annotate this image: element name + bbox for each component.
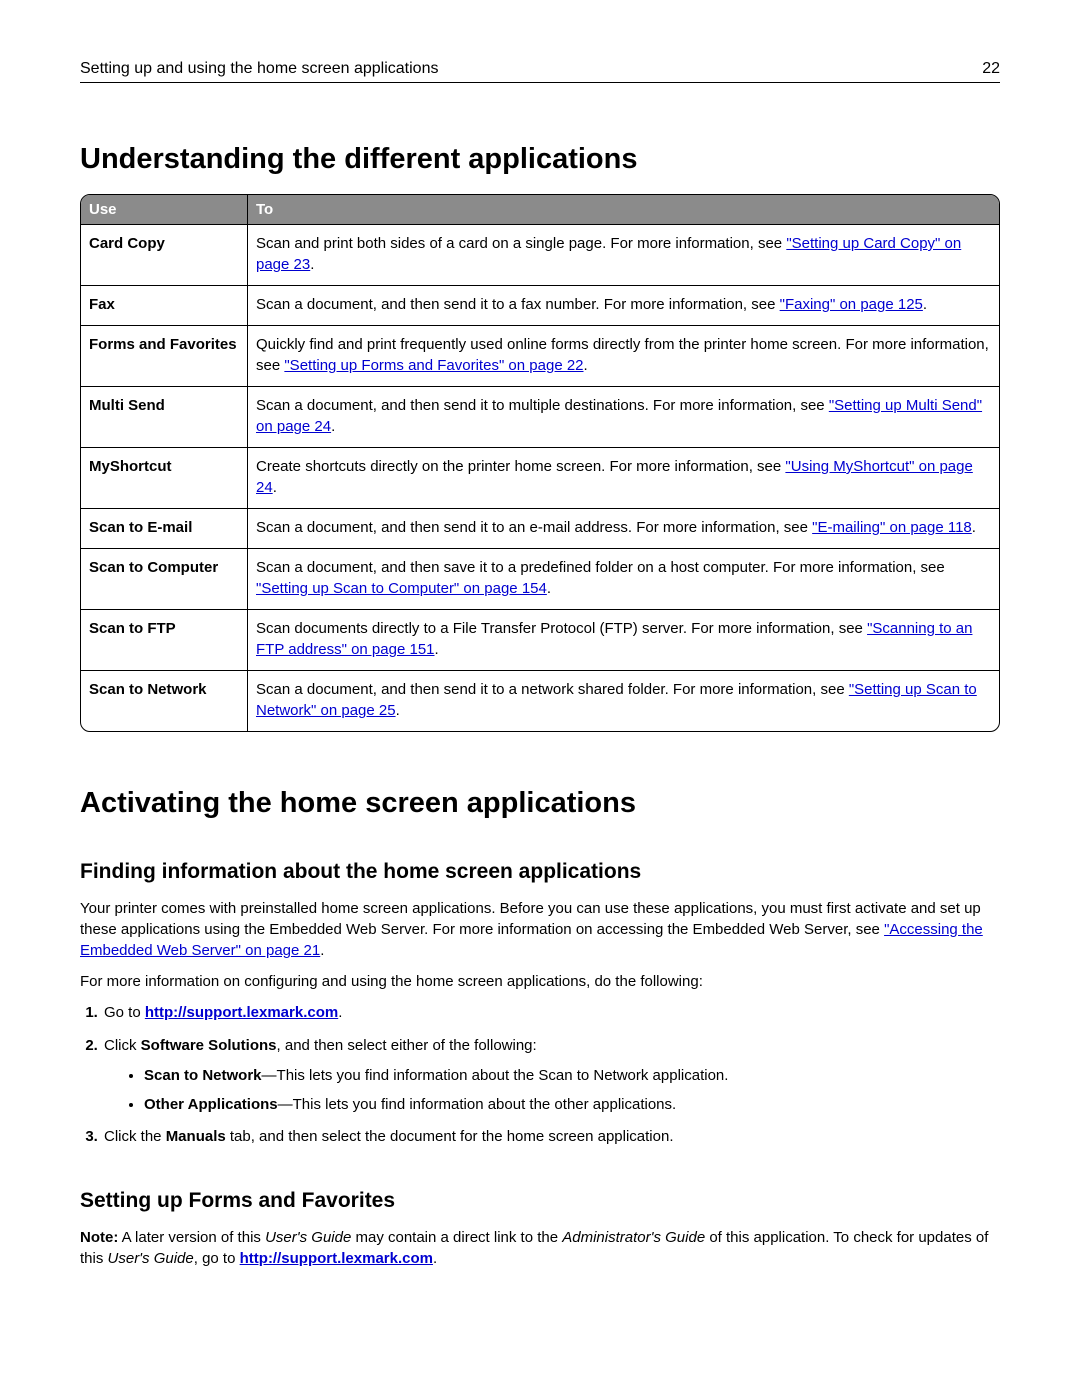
app-desc: Scan a document, and then send it to an … bbox=[248, 509, 999, 549]
bold-manuals: Manuals bbox=[166, 1128, 226, 1145]
page: Setting up and using the home screen app… bbox=[0, 0, 1080, 1397]
applications-table: Use To Card Copy Scan and print both sid… bbox=[80, 194, 1000, 732]
link-faxing[interactable]: "Faxing" on page 125 bbox=[780, 296, 923, 313]
link-forms-favorites[interactable]: "Setting up Forms and Favorites" on page… bbox=[284, 357, 583, 374]
table-row: Scan to E-mail Scan a document, and then… bbox=[81, 509, 999, 549]
app-desc: Scan a document, and then send it to a f… bbox=[248, 286, 999, 326]
table-row: Scan to Network Scan a document, and the… bbox=[81, 671, 999, 731]
app-name: Fax bbox=[81, 286, 248, 326]
app-name: MyShortcut bbox=[81, 448, 248, 509]
step-3: Click the Manuals tab, and then select t… bbox=[102, 1126, 1000, 1149]
subheading-setting-up-forms: Setting up Forms and Favorites bbox=[80, 1189, 1000, 1213]
table-header-row: Use To bbox=[81, 195, 999, 225]
link-emailing[interactable]: "E-mailing" on page 118 bbox=[812, 519, 972, 536]
app-name: Scan to FTP bbox=[81, 610, 248, 671]
app-desc: Scan and print both sides of a card on a… bbox=[248, 225, 999, 286]
link-support-lexmark[interactable]: http://support.lexmark.com bbox=[145, 1004, 338, 1021]
header-title: Setting up and using the home screen app… bbox=[80, 60, 438, 78]
app-name: Scan to Computer bbox=[81, 549, 248, 610]
app-desc: Scan documents directly to a File Transf… bbox=[248, 610, 999, 671]
table-row: Multi Send Scan a document, and then sen… bbox=[81, 387, 999, 448]
paragraph: Your printer comes with preinstalled hom… bbox=[80, 898, 1000, 961]
table-row: Forms and Favorites Quickly find and pri… bbox=[81, 326, 999, 387]
running-header: Setting up and using the home screen app… bbox=[80, 60, 1000, 83]
app-desc: Scan a document, and then send it to a n… bbox=[248, 671, 999, 731]
heading-activating: Activating the home screen applications bbox=[80, 787, 1000, 820]
note-label: Note: bbox=[80, 1229, 118, 1246]
col-use: Use bbox=[81, 195, 248, 225]
bullet-other-applications: Other Applications—This lets you find in… bbox=[144, 1094, 1000, 1117]
table-row: Scan to Computer Scan a document, and th… bbox=[81, 549, 999, 610]
subheading-finding-info: Finding information about the home scree… bbox=[80, 860, 1000, 884]
note-paragraph: Note: A later version of this User's Gui… bbox=[80, 1227, 1000, 1269]
app-name: Multi Send bbox=[81, 387, 248, 448]
bold-software-solutions: Software Solutions bbox=[141, 1037, 277, 1054]
app-name: Card Copy bbox=[81, 225, 248, 286]
col-to: To bbox=[248, 195, 999, 225]
link-support-lexmark-2[interactable]: http://support.lexmark.com bbox=[240, 1250, 433, 1267]
steps-list: Go to http://support.lexmark.com. Click … bbox=[80, 1002, 1000, 1149]
table-row: MyShortcut Create shortcuts directly on … bbox=[81, 448, 999, 509]
app-name: Forms and Favorites bbox=[81, 326, 248, 387]
app-name: Scan to E-mail bbox=[81, 509, 248, 549]
table-row: Card Copy Scan and print both sides of a… bbox=[81, 225, 999, 286]
app-desc: Scan a document, and then send it to mul… bbox=[248, 387, 999, 448]
page-number: 22 bbox=[982, 60, 1000, 78]
paragraph: For more information on configuring and … bbox=[80, 971, 1000, 992]
app-desc: Create shortcuts directly on the printer… bbox=[248, 448, 999, 509]
step-2: Click Software Solutions, and then selec… bbox=[102, 1035, 1000, 1117]
bullet-scan-to-network: Scan to Network—This lets you find infor… bbox=[144, 1065, 1000, 1088]
step-1: Go to http://support.lexmark.com. bbox=[102, 1002, 1000, 1025]
app-desc: Scan a document, and then save it to a p… bbox=[248, 549, 999, 610]
app-name: Scan to Network bbox=[81, 671, 248, 731]
bullet-list: Scan to Network—This lets you find infor… bbox=[104, 1065, 1000, 1116]
link-scan-computer[interactable]: "Setting up Scan to Computer" on page 15… bbox=[256, 580, 547, 597]
table-row: Fax Scan a document, and then send it to… bbox=[81, 286, 999, 326]
heading-understanding: Understanding the different applications bbox=[80, 143, 1000, 176]
table-row: Scan to FTP Scan documents directly to a… bbox=[81, 610, 999, 671]
app-desc: Quickly find and print frequently used o… bbox=[248, 326, 999, 387]
